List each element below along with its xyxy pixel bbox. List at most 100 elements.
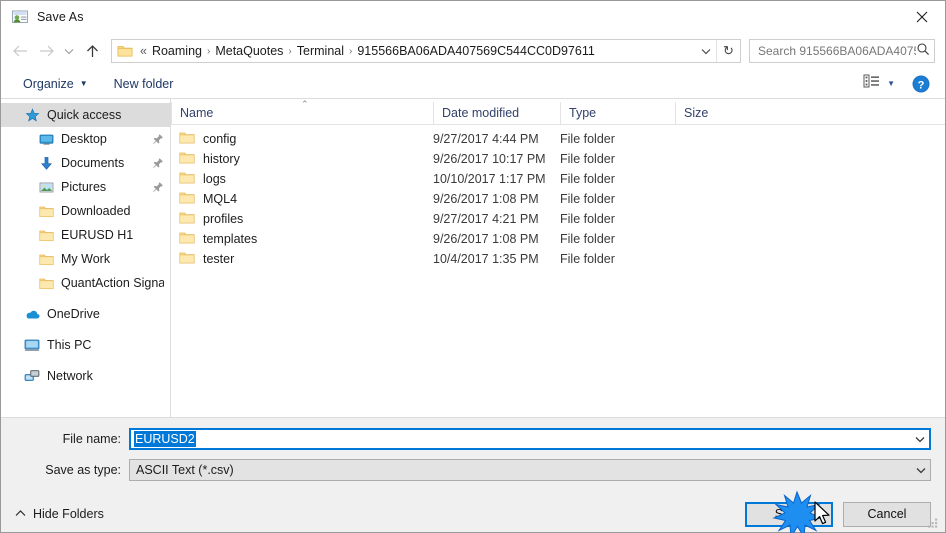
sidebar-divider [1, 326, 170, 333]
organize-label: Organize [23, 76, 74, 91]
file-date-cell: 10/10/2017 1:17 PM [433, 172, 546, 186]
sort-indicator-icon: ⌃ [301, 99, 309, 109]
change-view-button[interactable]: ▼ [857, 71, 901, 96]
onedrive-icon [23, 305, 41, 323]
table-row[interactable]: profiles 9/27/2017 4:21 PM File folder [171, 209, 945, 229]
sidebar-label: Network [47, 369, 93, 383]
file-name-label: tester [203, 252, 235, 266]
forward-arrow-icon[interactable] [33, 38, 59, 64]
sidebar-divider [1, 295, 170, 302]
breadcrumb-item-roaming[interactable]: Roaming [149, 44, 205, 58]
file-date-cell: 9/27/2017 4:44 PM [433, 132, 539, 146]
sidebar-item-desktop[interactable]: Desktop [1, 127, 170, 151]
file-name-label: logs [203, 172, 226, 186]
dialog-body: Quick access Desktop Documents Pictures … [1, 99, 945, 418]
breadcrumb-item-terminal[interactable]: Terminal [294, 44, 347, 58]
download-arrow-icon [37, 154, 55, 172]
refresh-icon[interactable]: ↻ [716, 40, 740, 62]
file-type-cell: File folder [560, 172, 615, 186]
file-name-cell: history [171, 151, 433, 167]
table-row[interactable]: templates 9/26/2017 1:08 PM File folder [171, 229, 945, 249]
file-name-label: templates [203, 232, 258, 246]
sidebar-label: Desktop [61, 132, 107, 146]
breadcrumb: « Roaming › MetaQuotes › Terminal › 9155… [137, 44, 696, 58]
file-name-label: profiles [203, 212, 244, 226]
save-button[interactable]: Save [745, 501, 833, 527]
save-as-icon [11, 8, 29, 26]
file-name-label: history [203, 152, 240, 166]
close-icon[interactable] [899, 1, 945, 33]
column-header-date-modified[interactable]: Date modified [433, 102, 560, 124]
sidebar-divider [1, 357, 170, 364]
recent-locations-chevron-icon[interactable] [59, 38, 79, 64]
breadcrumb-separator: › [349, 45, 353, 57]
table-row[interactable]: history 9/26/2017 10:17 PM File folder [171, 149, 945, 169]
sidebar-item-this-pc[interactable]: This PC [1, 333, 170, 357]
back-arrow-icon[interactable] [7, 38, 33, 64]
new-folder-button[interactable]: New folder [106, 74, 182, 94]
table-row[interactable]: MQL4 9/26/2017 1:08 PM File folder [171, 189, 945, 209]
pin-icon[interactable] [152, 181, 164, 193]
address-dropdown-chevron-icon[interactable] [696, 40, 716, 62]
folder-icon [179, 171, 195, 187]
table-row[interactable]: logs 10/10/2017 1:17 PM File folder [171, 169, 945, 189]
column-header-size[interactable]: Size [675, 102, 757, 124]
star-icon [23, 106, 41, 124]
folder-icon [179, 211, 195, 227]
table-row[interactable]: tester 10/4/2017 1:35 PM File folder [171, 249, 945, 269]
file-date-cell: 10/4/2017 1:35 PM [433, 252, 539, 266]
window-title: Save As [37, 10, 84, 24]
file-name-label: config [203, 132, 237, 146]
file-name-cell: tester [171, 251, 433, 267]
help-icon[interactable]: ? [911, 74, 931, 94]
pin-icon[interactable] [152, 157, 164, 169]
sidebar-item-eurusd-h1[interactable]: EURUSD H1 [1, 223, 170, 247]
table-row[interactable]: config 9/27/2017 4:44 PM File folder [171, 129, 945, 149]
monitor-icon [37, 130, 55, 148]
search-input[interactable]: Search 915566BA06ADA40756... [749, 39, 935, 63]
file-date-cell: 9/27/2017 4:21 PM [433, 212, 539, 226]
breadcrumb-overflow[interactable]: « [137, 44, 149, 58]
sidebar-item-network[interactable]: Network [1, 364, 170, 388]
file-name-input[interactable]: EURUSD2 [129, 428, 931, 450]
save-as-type-label: Save as type: [45, 463, 121, 477]
sidebar-item-quick-access[interactable]: Quick access [1, 103, 170, 127]
folder-icon [179, 151, 195, 167]
file-type-cell: File folder [560, 232, 615, 246]
file-date-cell: 9/26/2017 1:08 PM [433, 192, 539, 206]
sidebar-item-downloaded[interactable]: Downloaded [1, 199, 170, 223]
file-type-cell: File folder [560, 152, 615, 166]
cancel-button[interactable]: Cancel [843, 501, 931, 527]
view-layout-icon [863, 74, 880, 93]
sidebar-item-my-work[interactable]: My Work [1, 247, 170, 271]
column-header-type[interactable]: Type [560, 102, 675, 124]
breadcrumb-separator: › [206, 45, 211, 57]
chevron-down-icon[interactable] [912, 467, 930, 474]
folder-icon [117, 44, 133, 58]
pin-icon[interactable] [152, 133, 164, 145]
hide-folders-button[interactable]: Hide Folders [15, 507, 104, 521]
save-form: File name: EURUSD2 Save as type: ASCII T… [1, 418, 945, 490]
resize-grip[interactable] [926, 514, 940, 528]
up-arrow-icon[interactable] [79, 38, 105, 64]
pc-icon [23, 336, 41, 354]
folder-icon [179, 131, 195, 147]
sidebar-item-quantaction-signal[interactable]: QuantAction Signal [1, 271, 170, 295]
sidebar-label: OneDrive [47, 307, 100, 321]
breadcrumb-item-instance[interactable]: 915566BA06ADA407569C544CC0D97611 [354, 44, 597, 58]
sidebar-item-documents[interactable]: Documents [1, 151, 170, 175]
file-list-pane: ⌃ Name Date modified Type Size config 9/… [171, 99, 945, 417]
search-icon[interactable] [916, 42, 930, 61]
sidebar-item-onedrive[interactable]: OneDrive [1, 302, 170, 326]
breadcrumb-item-metaquotes[interactable]: MetaQuotes [212, 44, 286, 58]
sidebar-label: QuantAction Signal [61, 276, 164, 290]
file-name-cell: config [171, 131, 433, 147]
file-type-dropdown[interactable]: ASCII Text (*.csv) [129, 459, 931, 481]
folder-icon [37, 202, 55, 220]
sidebar-item-pictures[interactable]: Pictures [1, 175, 170, 199]
file-type-value: ASCII Text (*.csv) [136, 463, 234, 477]
address-bar[interactable]: « Roaming › MetaQuotes › Terminal › 9155… [111, 39, 741, 63]
organize-button[interactable]: Organize ▼ [15, 74, 96, 94]
sidebar-label: This PC [47, 338, 92, 352]
chevron-down-icon[interactable] [911, 436, 929, 443]
